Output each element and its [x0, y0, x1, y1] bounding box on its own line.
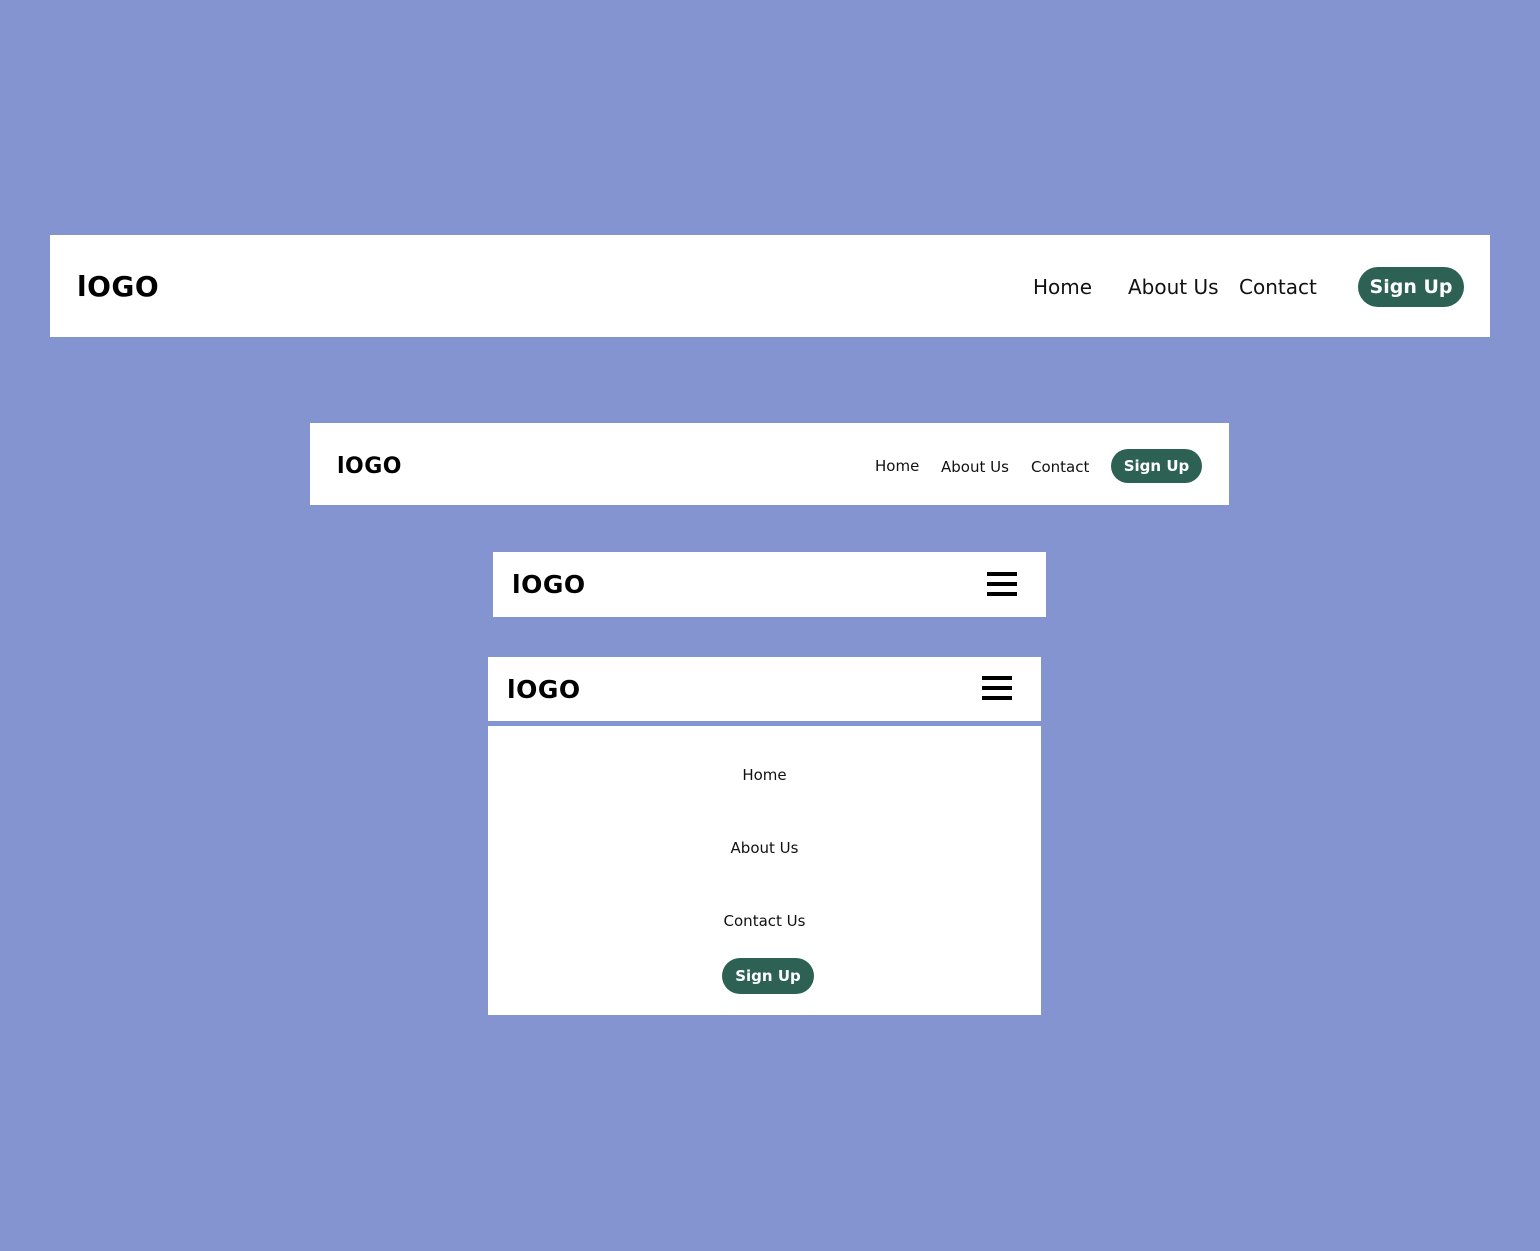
menu-link-contact-us[interactable]: Contact Us	[488, 914, 1041, 929]
menu-link-home[interactable]: Home	[488, 768, 1041, 783]
hamburger-line	[987, 592, 1017, 596]
hamburger-line	[982, 676, 1012, 680]
nav-link-home[interactable]: Home	[875, 459, 919, 474]
hamburger-line	[982, 696, 1012, 700]
sign-up-button[interactable]: Sign Up	[722, 958, 814, 994]
hamburger-line	[982, 686, 1012, 690]
hamburger-line	[987, 572, 1017, 576]
navbar-mobile-collapsed: lOGO	[493, 552, 1046, 617]
hamburger-menu-icon[interactable]	[987, 572, 1017, 597]
menu-link-about-us[interactable]: About Us	[488, 841, 1041, 856]
logo[interactable]: lOGO	[512, 572, 586, 597]
logo[interactable]: lOGO	[507, 677, 581, 702]
nav-link-about-us[interactable]: About Us	[941, 460, 1009, 475]
navbar-mobile-expanded: lOGO	[488, 657, 1041, 721]
hamburger-menu-icon[interactable]	[982, 676, 1012, 701]
nav-link-home[interactable]: Home	[1033, 277, 1092, 297]
nav-link-about-us[interactable]: About Us	[1128, 277, 1219, 297]
nav-link-contact[interactable]: Contact	[1239, 277, 1317, 297]
logo[interactable]: lOGO	[337, 456, 402, 478]
mobile-dropdown-menu: Home About Us Contact Us Sign Up	[488, 726, 1041, 1015]
logo[interactable]: lOGO	[77, 273, 159, 301]
sign-up-button[interactable]: Sign Up	[1358, 267, 1464, 307]
navbar-tablet: lOGO Home About Us Contact Sign Up	[310, 423, 1229, 505]
hamburger-line	[987, 582, 1017, 586]
sign-up-button[interactable]: Sign Up	[1111, 449, 1202, 483]
navbar-desktop: lOGO Home About Us Contact Sign Up	[50, 235, 1490, 337]
nav-link-contact[interactable]: Contact	[1031, 460, 1089, 475]
